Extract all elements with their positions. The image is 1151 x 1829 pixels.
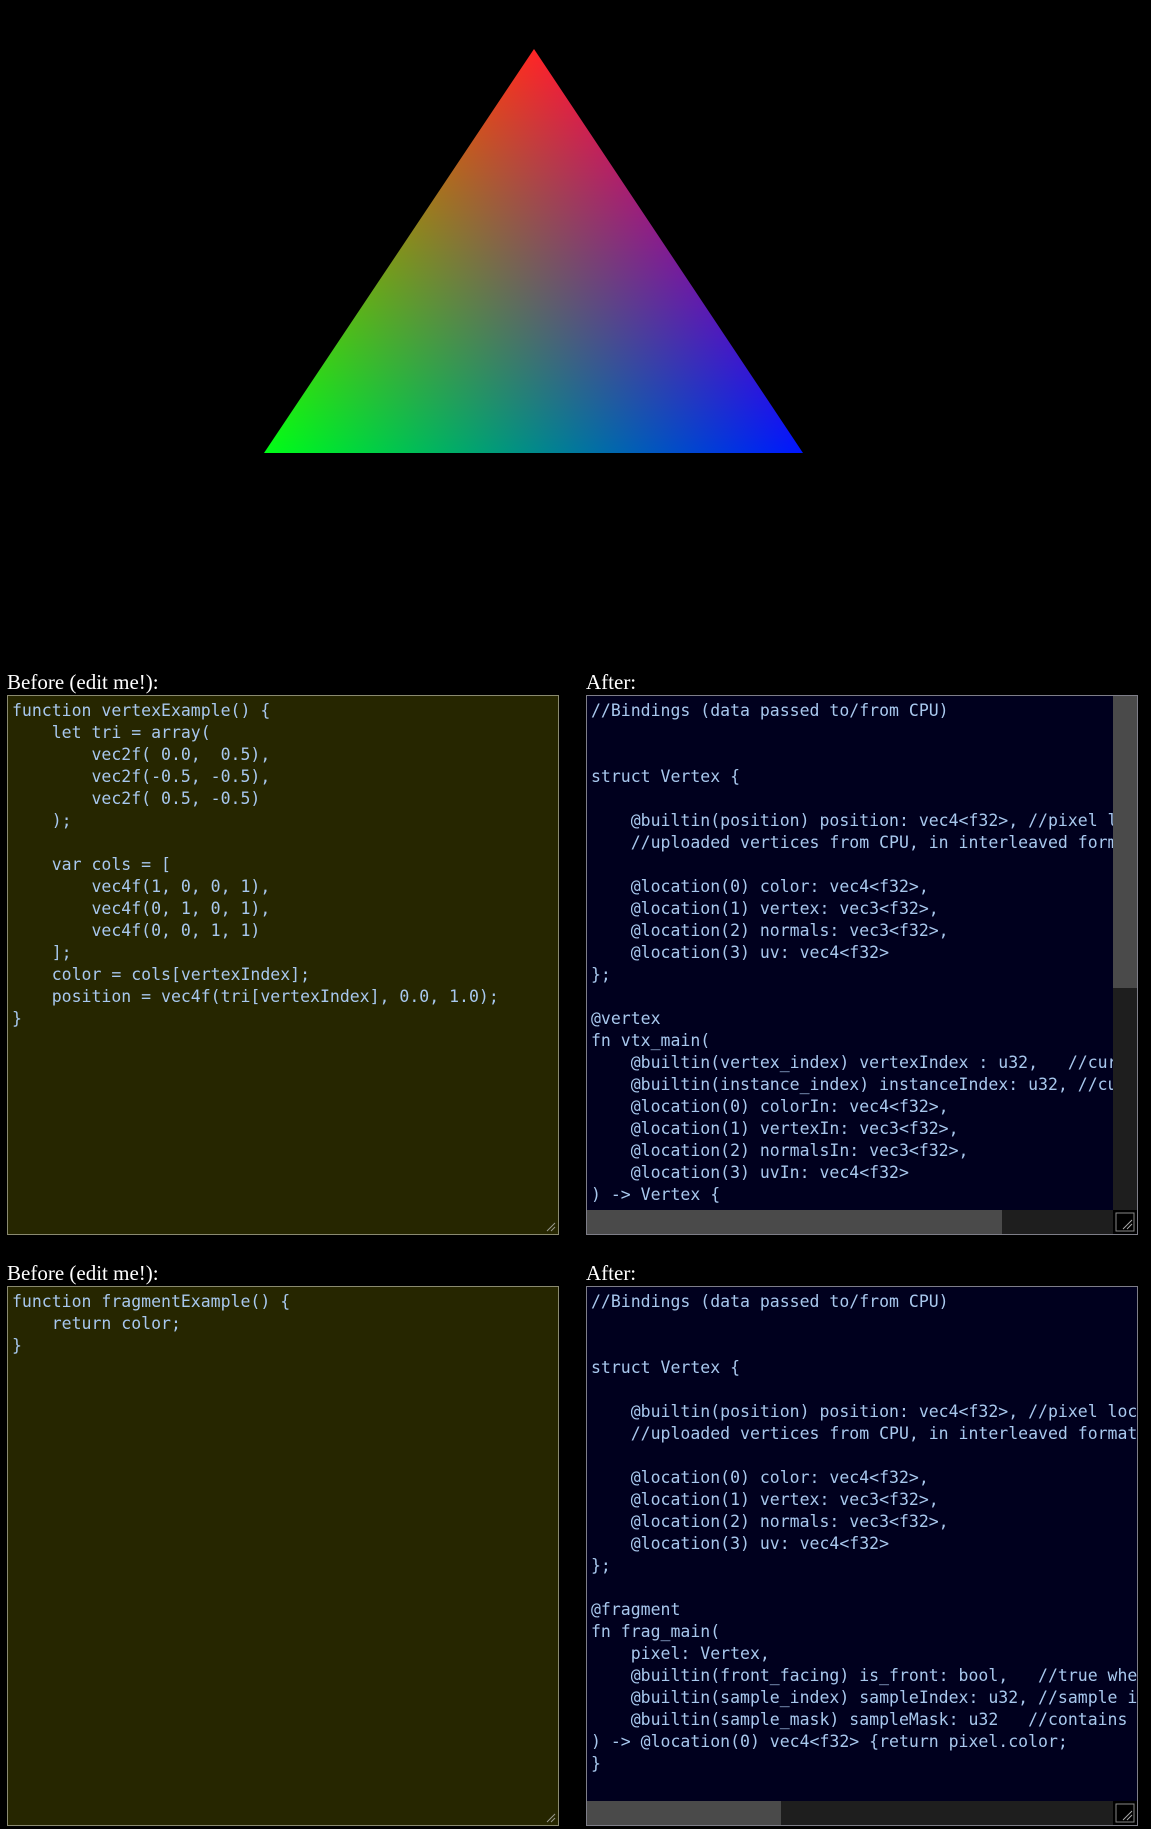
vertex-before-code[interactable]: function vertexExample() { let tri = arr… xyxy=(8,696,558,1030)
fragment-code-editor[interactable]: function fragmentExample() { return colo… xyxy=(7,1286,559,1826)
fragment-after-label: After: xyxy=(586,1261,637,1285)
triangle-render xyxy=(264,49,803,453)
fragment-before-code[interactable]: function fragmentExample() { return colo… xyxy=(8,1287,558,1357)
scroll-corner[interactable] xyxy=(1113,1801,1137,1825)
vertex-code-editor[interactable]: function vertexExample() { let tri = arr… xyxy=(7,695,559,1235)
vertical-scrollbar[interactable] xyxy=(1113,696,1137,1211)
fragment-output-panel: //Bindings (data passed to/from CPU) str… xyxy=(586,1286,1138,1826)
horizontal-scrollbar[interactable] xyxy=(587,1210,1114,1234)
vertex-after-code: //Bindings (data passed to/from CPU) str… xyxy=(591,701,1118,1204)
vertical-scrollbar-thumb[interactable] xyxy=(1113,696,1137,988)
horizontal-scrollbar-thumb[interactable] xyxy=(587,1210,1002,1234)
resize-grip-icon[interactable] xyxy=(1113,1210,1137,1234)
resize-grip-icon[interactable] xyxy=(1113,1801,1137,1825)
resize-grip-icon[interactable] xyxy=(544,1811,556,1823)
resize-grip-icon[interactable] xyxy=(544,1220,556,1232)
fragment-before-label: Before (edit me!): xyxy=(7,1261,159,1285)
horizontal-scrollbar[interactable] xyxy=(587,1801,1114,1825)
vertex-after-label: After: xyxy=(586,670,637,694)
vertex-output-panel: //Bindings (data passed to/from CPU) str… xyxy=(586,695,1138,1235)
render-canvas xyxy=(0,0,1151,660)
vertex-before-label: Before (edit me!): xyxy=(7,670,159,694)
scroll-corner[interactable] xyxy=(1113,1210,1137,1234)
horizontal-scrollbar-thumb[interactable] xyxy=(587,1801,781,1825)
fragment-after-code: //Bindings (data passed to/from CPU) str… xyxy=(591,1292,1138,1773)
